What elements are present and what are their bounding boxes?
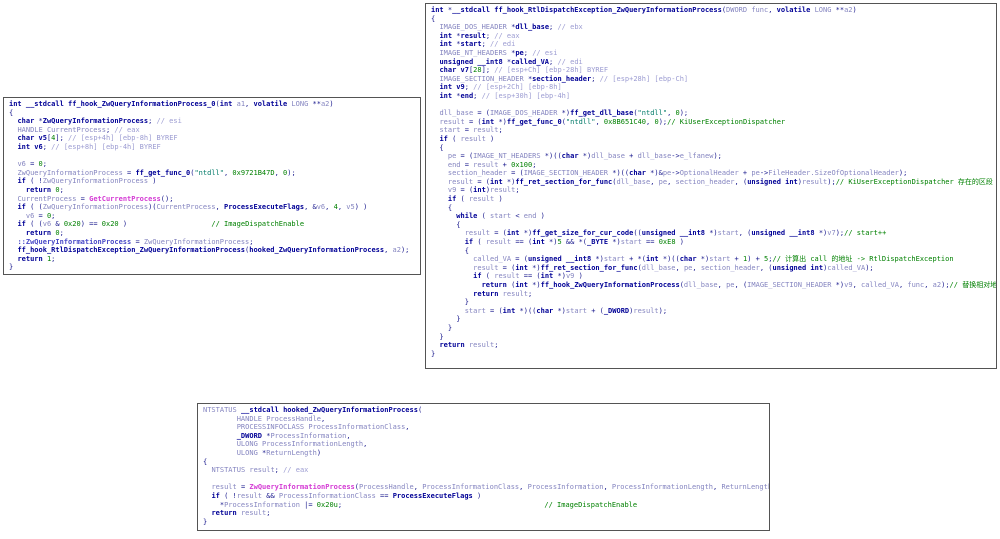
code-line: } — [431, 315, 461, 324]
code-line: PROCESSINFOCLASS ProcessInformationClass… — [236, 423, 410, 432]
code-line: if ( result == (int *)5 && *(_BYTE *)sta… — [464, 238, 684, 247]
code-line: return 0; — [25, 185, 64, 194]
code-line: if ( result ) — [447, 195, 503, 204]
code-line: } — [431, 298, 469, 307]
code-line: result = (int *)ff_ret_section_for_func(… — [447, 177, 993, 186]
code-line: ZwQueryInformationProcess = ff_get_func_… — [17, 168, 296, 177]
code-line: HANDLE ProcessHandle, — [236, 414, 326, 423]
code-line: int v9; // [esp+2Ch] [ebp-8h] — [439, 83, 562, 92]
code-line: return 1; — [17, 254, 56, 263]
code-line: ULONG *ReturnLength) — [236, 448, 322, 457]
code-line: ULONG ProcessInformationLength, — [236, 440, 368, 449]
code-line: } — [431, 349, 436, 358]
code-line: start = result; — [439, 126, 503, 135]
code-line: return result; — [211, 509, 271, 518]
code-line: } — [9, 263, 14, 272]
code-line: HANDLE CurrentProcess; // eax — [17, 125, 140, 134]
code-line: } — [203, 517, 208, 526]
code-line: if ( result == (int *)v9 ) — [473, 272, 583, 281]
code-line: int *result; // eax — [439, 31, 520, 40]
code-line: dll_base = (IMAGE_DOS_HEADER *)ff_get_dl… — [439, 109, 689, 118]
code-line: int __stdcall ff_hook_ZwQueryInformation… — [9, 100, 334, 108]
code-line: ::ZwQueryInformationProcess = ZwQueryInf… — [17, 237, 254, 246]
code-line: int *__stdcall ff_hook_RtlDispatchExcept… — [431, 6, 857, 14]
pseudocode-panel-hooked-zwqueryinformationprocess[interactable]: NTSTATUS __stdcall hooked_ZwQueryInforma… — [197, 403, 770, 531]
pseudocode-panel-ff-hook-zwqueryinformationprocess-0[interactable]: int __stdcall ff_hook_ZwQueryInformation… — [3, 97, 421, 275]
code-line: ff_hook_RtlDispatchException_ZwQueryInfo… — [17, 246, 410, 255]
code-line: if ( (ZwQueryInformationProcess)(Current… — [17, 203, 368, 212]
code-line: _DWORD *ProcessInformation, — [236, 431, 351, 440]
code-line: v6 = 0; — [17, 160, 47, 169]
code-line: v6 = 0; — [25, 211, 56, 220]
code-line: result = (int *)ff_ret_section_for_func(… — [473, 263, 874, 272]
code-line: { — [431, 246, 469, 255]
code-line: unsigned __int8 *called_VA; // edi — [439, 57, 583, 66]
code-line: } — [431, 323, 453, 332]
code-line: if ( !result && ProcessInformationClass … — [211, 491, 482, 500]
code-line: { — [203, 457, 208, 466]
code-line: result = (int *)ff_get_size_for_cur_code… — [464, 229, 887, 238]
code-line: while ( start < end ) — [456, 212, 545, 221]
code-line: } — [431, 332, 444, 341]
code-line: v9 = (int)result; — [447, 186, 520, 195]
pseudocode-panel-ff-hook-rtldispatchexception-zwqueryinformationprocess[interactable]: int *__stdcall ff_hook_RtlDispatchExcept… — [425, 3, 997, 369]
code-line: CurrentProcess = GetCurrentProcess(); — [17, 194, 174, 203]
code-line: result = (int *)ff_get_func_0("ntdll", 0… — [439, 117, 786, 126]
code-line: IMAGE_NT_HEADERS *pe; // esi — [439, 48, 558, 57]
code-line: return (int *)ff_hook_ZwQueryInformation… — [481, 281, 997, 289]
code-line: NTSTATUS result; // eax — [211, 466, 309, 475]
code-line: char v7[28]; // [esp+Ch] [ebp-28h] BYREF — [439, 66, 609, 75]
code-line: pe = (IMAGE_NT_HEADERS *)((char *)dll_ba… — [447, 152, 722, 161]
code-line: *ProcessInformation |= 0x20u; // ImageDi… — [203, 500, 638, 509]
code-line: start = (int *)((char *)start + (_DWORD)… — [464, 306, 668, 315]
code-line: { — [431, 14, 436, 23]
code-line: end = result + 0x100; — [447, 160, 537, 169]
code-line: return result; — [473, 289, 533, 298]
code-line: int v6; // [esp+8h] [ebp-4h] BYREF — [17, 142, 161, 151]
code-line: called_VA = (unsigned __int8 *)start + *… — [473, 255, 954, 264]
code-line: if ( (v6 & 0x20) == 0x20 ) // ImageDispa… — [17, 220, 305, 229]
code-line: IMAGE_SECTION_HEADER *section_header; //… — [439, 74, 689, 83]
code-line: NTSTATUS __stdcall hooked_ZwQueryInforma… — [203, 406, 423, 414]
code-line: int *start; // edi — [439, 40, 516, 49]
code-line: result = ZwQueryInformationProcess(Proce… — [211, 483, 770, 492]
code-line: { — [431, 220, 461, 229]
code-line: if ( !ZwQueryInformationProcess ) — [17, 177, 157, 186]
code-line: { — [9, 108, 14, 117]
code-line: char v5[4]; // [esp+4h] [ebp-8h] BYREF — [17, 134, 178, 143]
code-line: return result; — [439, 341, 499, 350]
code-line: { — [431, 143, 444, 152]
code-line: IMAGE_DOS_HEADER *dll_base; // ebx — [439, 23, 583, 32]
code-line: char *ZwQueryInformationProcess; // esi — [17, 117, 182, 126]
code-line: section_header = (IMAGE_SECTION_HEADER *… — [447, 169, 908, 178]
code-line: { — [431, 203, 453, 212]
code-line: int *end; // [esp+30h] [ebp-4h] — [439, 91, 571, 100]
code-line: if ( result ) — [439, 134, 495, 143]
code-line: return 0; — [25, 228, 64, 237]
